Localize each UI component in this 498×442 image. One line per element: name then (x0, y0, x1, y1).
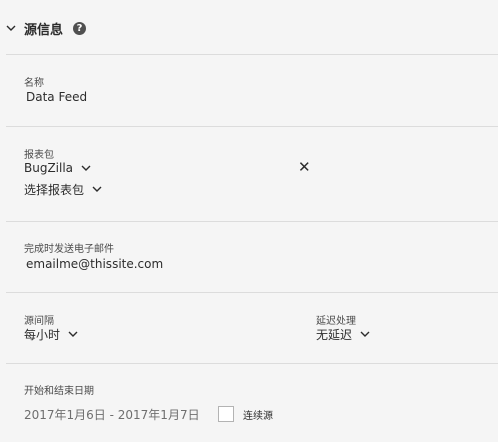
chevron-down-icon (360, 331, 370, 337)
select-report-suite-label: 选择报表包 (24, 182, 85, 197)
name-label: 名称 (24, 78, 44, 89)
chevron-down-icon (81, 165, 91, 171)
continuous-feed-label: 连续源 (243, 410, 273, 422)
divider (6, 363, 498, 364)
chevron-down-icon (92, 186, 102, 192)
divider (6, 292, 498, 293)
remove-report-suite-button[interactable]: ✕ (298, 158, 311, 176)
name-value[interactable]: Data Feed (26, 90, 87, 104)
email-label: 完成时发送电子邮件 (24, 244, 114, 255)
date-range-field[interactable]: 2017年1月6日 - 2017年1月7日 (24, 406, 200, 423)
divider (6, 221, 498, 222)
select-report-suite-button[interactable]: 选择报表包 (24, 181, 102, 197)
continuous-feed-checkbox[interactable] (218, 406, 234, 422)
section-header[interactable]: 源信息 ? (6, 20, 87, 38)
interval-dropdown[interactable]: 每小时 (24, 326, 78, 342)
chevron-down-icon (68, 331, 78, 337)
divider (6, 126, 498, 127)
delay-dropdown[interactable]: 无延迟 (316, 326, 370, 342)
email-field[interactable]: emailme@thissite.com (26, 257, 163, 271)
dates-label: 开始和结束日期 (24, 386, 94, 397)
report-suite-selected[interactable]: BugZilla (24, 160, 91, 176)
interval-value: 每小时 (24, 327, 61, 342)
delay-value: 无延迟 (316, 327, 353, 342)
section-title: 源信息 (24, 22, 64, 38)
report-suite-value: BugZilla (24, 161, 74, 175)
help-icon[interactable]: ? (73, 21, 87, 35)
chevron-down-icon[interactable] (6, 24, 16, 32)
divider (6, 54, 498, 55)
continuous-feed-checkbox-group[interactable]: 连续源 (218, 405, 273, 423)
report-suite-label: 报表包 (24, 150, 54, 161)
